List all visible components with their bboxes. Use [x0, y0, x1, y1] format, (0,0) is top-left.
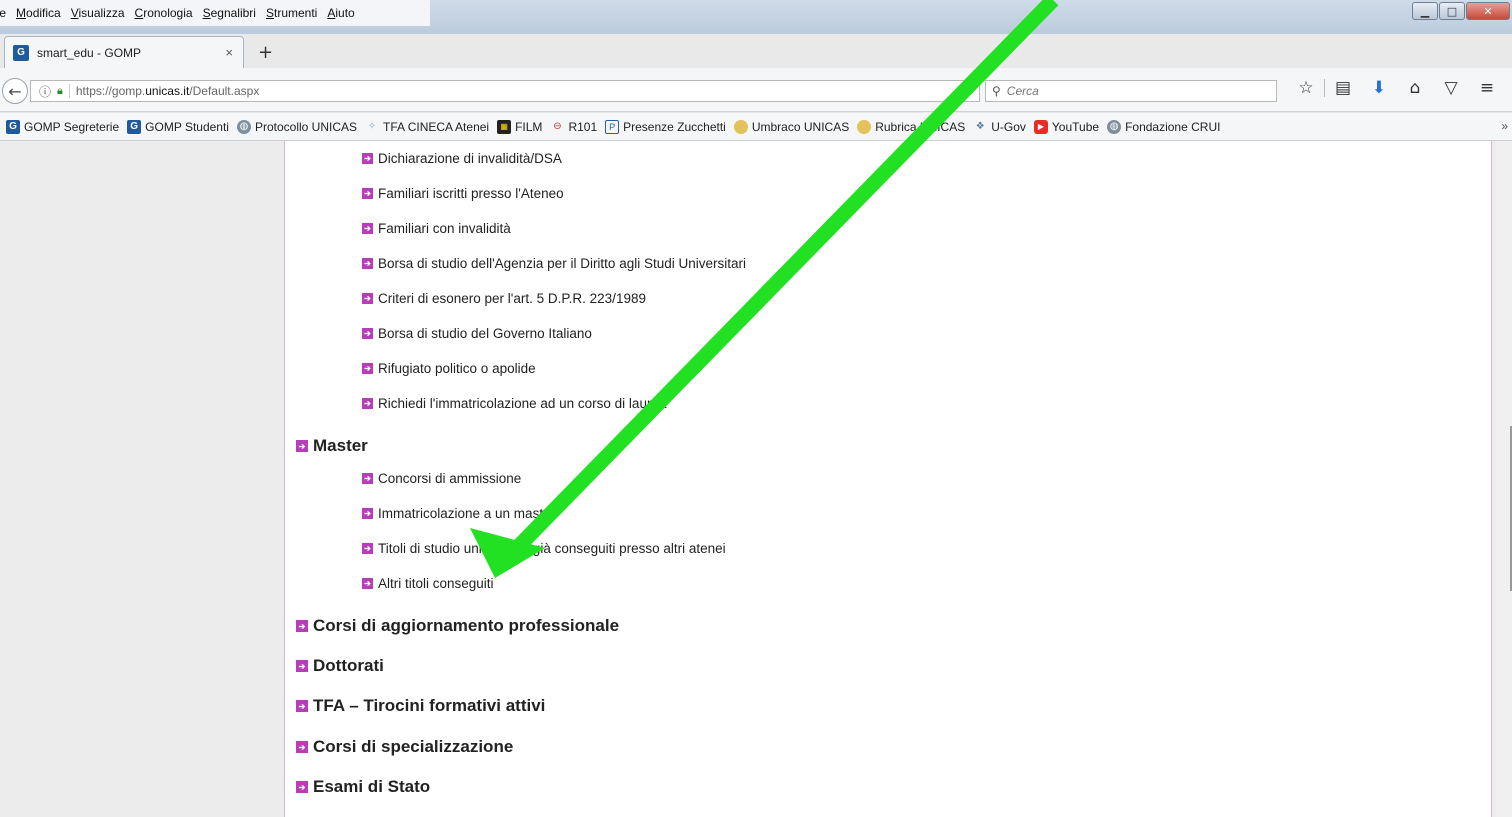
link-rifugiato[interactable]: ➔ Rifugiato politico o apolide	[362, 361, 536, 376]
arrow-bullet-icon: ➔	[362, 188, 373, 199]
toolbar-icons: ☆ ▤ ⬇ ⌂ ▽ ≡	[1288, 78, 1505, 98]
menu-file[interactable]: ile	[0, 6, 11, 20]
bookmark-star-icon[interactable]: ☆	[1288, 78, 1324, 98]
site-info-icon[interactable]: ⓘ	[39, 83, 51, 100]
pocket-icon[interactable]: ▽	[1433, 78, 1469, 98]
hamburger-menu-icon[interactable]: ≡	[1469, 78, 1505, 98]
globe-icon: ◍	[1107, 119, 1122, 134]
link-altri-titoli-conseguiti[interactable]: ➔ Altri titoli conseguiti	[362, 576, 494, 591]
home-icon[interactable]: ⌂	[1397, 78, 1433, 98]
arrow-bullet-icon: ➔	[296, 781, 308, 793]
link-borsa-governo[interactable]: ➔ Borsa di studio del Governo Italiano	[362, 326, 592, 341]
bookmark-gomp-studenti[interactable]: G GOMP Studenti	[127, 119, 229, 134]
bookmark-film[interactable]: ▦ FILM	[497, 119, 542, 134]
arrow-bullet-icon: ➔	[296, 620, 308, 632]
tfa-icon: ✧	[367, 121, 377, 132]
new-tab-icon[interactable]: +	[258, 42, 273, 63]
arrow-bullet-icon: ➔	[362, 363, 373, 374]
arrow-bullet-icon: ➔	[362, 258, 373, 269]
arrow-bullet-icon: ➔	[362, 328, 373, 339]
arrow-bullet-icon: ➔	[296, 741, 308, 753]
url-text[interactable]: https://gomp.unicas.it/Default.aspx	[76, 84, 259, 98]
reload-icon[interactable]: ⟳	[961, 84, 971, 98]
arrow-bullet-icon: ➔	[362, 398, 373, 409]
bookmark-youtube[interactable]: ▶ YouTube	[1033, 119, 1099, 134]
gomp-icon: G	[6, 119, 20, 134]
browser-tab[interactable]: G smart_edu - GOMP ×	[4, 36, 244, 68]
gomp-icon: G	[127, 119, 142, 134]
window-close-icon[interactable]: ✕	[1466, 2, 1510, 20]
bookmark-u-gov[interactable]: ❖ U-Gov	[973, 120, 1026, 134]
radio-icon: ⊖	[553, 121, 562, 132]
link-titoli-studio-altri-atenei[interactable]: ➔ Titoli di studio universitari già conse…	[362, 541, 726, 556]
menu-aiuto[interactable]: Aiuto	[322, 6, 359, 20]
link-criteri-esonero[interactable]: ➔ Criteri di esonero per l'art. 5 D.P.R. …	[362, 291, 646, 306]
presenze-icon: P	[605, 119, 620, 134]
bookmarks-overflow-icon[interactable]: »	[1501, 119, 1508, 133]
link-familiari-iscritti[interactable]: ➔ Familiari iscritti presso l'Ateneo	[362, 186, 564, 201]
arrow-bullet-icon: ➔	[362, 223, 373, 234]
arrow-bullet-icon: ➔	[362, 473, 373, 484]
bookmark-protocollo-unicas[interactable]: ◍ Protocollo UNICAS	[236, 119, 357, 134]
arrow-bullet-icon: ➔	[362, 508, 373, 519]
bookmark-tfa-cineca[interactable]: ✧ TFA CINECA Atenei	[365, 120, 489, 134]
arrow-bullet-icon: ➔	[296, 440, 308, 452]
umbraco-icon	[857, 119, 872, 134]
section-dottorati[interactable]: ➔ Dottorati	[296, 656, 384, 676]
arrow-bullet-icon: ➔	[362, 153, 373, 164]
umbraco-icon	[733, 119, 748, 134]
bookmarks-library-icon[interactable]: ▤	[1325, 78, 1361, 98]
gomp-favicon-icon: G	[13, 44, 29, 61]
arrow-bullet-icon: ➔	[362, 293, 373, 304]
bookmark-umbraco-unicas[interactable]: Umbraco UNICAS	[733, 119, 849, 134]
menu-visualizza[interactable]: Visualizza	[66, 6, 130, 20]
menu-strumenti[interactable]: Strumenti	[261, 6, 322, 20]
section-esami-di-stato[interactable]: ➔ Esami di Stato	[296, 777, 430, 797]
search-bar[interactable]: ⚲ Cerca	[985, 80, 1277, 102]
lock-icon: 🔒︎	[57, 84, 63, 97]
arrow-bullet-icon: ➔	[362, 578, 373, 589]
link-immatricolazione-master[interactable]: ➔ Immatricolazione a un master	[362, 506, 555, 521]
menu-cronologia[interactable]: Cronologia	[130, 6, 198, 20]
window-menubar: ile Modifica Visualizza Cronologia Segna…	[0, 0, 1512, 34]
tab-close-icon[interactable]: ×	[225, 45, 233, 60]
bookmarks-toolbar: G GOMP Segreterie G GOMP Studenti ◍ Protoco…	[0, 113, 1512, 141]
menu-modifica[interactable]: Modifica	[11, 6, 66, 20]
globe-icon: ◍	[236, 119, 251, 134]
search-icon: ⚲	[992, 84, 1001, 98]
download-icon[interactable]: ⬇	[1361, 78, 1397, 98]
section-tfa[interactable]: ➔ TFA – Tirocini formativi attivi	[296, 696, 545, 716]
menu-segnalibri[interactable]: Segnalibri	[198, 6, 261, 20]
bookmark-gomp-segreterie[interactable]: G GOMP Segreterie	[6, 119, 119, 134]
bookmark-rubrica-unicas[interactable]: Rubrica UNICAS	[857, 119, 965, 134]
bookmark-fondazione-crui[interactable]: ◍ Fondazione CRUI	[1107, 119, 1220, 134]
maximize-icon[interactable]: □	[1439, 2, 1465, 20]
menu-list: ile Modifica Visualizza Cronologia Segna…	[0, 0, 430, 26]
arrow-bullet-icon: ➔	[296, 700, 308, 712]
navigation-bar: ← ⓘ 🔒︎ https://gomp.unicas.it/Default.as…	[0, 68, 1512, 112]
ugov-icon: ❖	[975, 121, 985, 132]
film-icon: ▦	[497, 119, 512, 134]
tab-title: smart_edu - GOMP	[37, 45, 142, 60]
search-placeholder: Cerca	[1006, 84, 1039, 98]
section-corsi-aggiornamento[interactable]: ➔ Corsi di aggiornamento professionale	[296, 616, 619, 636]
section-corsi-specializzazione[interactable]: ➔ Corsi di specializzazione	[296, 737, 513, 757]
address-bar[interactable]: ⓘ 🔒︎ https://gomp.unicas.it/Default.aspx…	[30, 80, 980, 102]
link-borsa-agenzia[interactable]: ➔ Borsa di studio dell'Agenzia per il Dir…	[362, 256, 746, 271]
link-concorsi-ammissione[interactable]: ➔ Concorsi di ammissione	[362, 471, 521, 486]
bookmark-r101[interactable]: ⊖ R101	[550, 120, 597, 134]
link-familiari-invalidita[interactable]: ➔ Familiari con invalidità	[362, 221, 511, 236]
arrow-bullet-icon: ➔	[362, 543, 373, 554]
minimize-icon[interactable]: ▁	[1412, 2, 1438, 20]
page-viewport	[0, 141, 1512, 817]
bookmark-presenze-zucchetti[interactable]: P Presenze Zucchetti	[605, 119, 726, 134]
arrow-bullet-icon: ➔	[296, 660, 308, 672]
link-richiedi-immatricolazione[interactable]: ➔ Richiedi l'immatricolazione ad un corso…	[362, 396, 666, 411]
section-master[interactable]: ➔ Master	[296, 436, 368, 456]
youtube-icon: ▶	[1033, 119, 1048, 134]
back-arrow-icon[interactable]: ←	[2, 78, 28, 104]
window-controls: ▁ □ ✕	[1412, 2, 1510, 20]
link-dichiarazione-invalidita[interactable]: ➔ Dichiarazione di invalidità/DSA	[362, 151, 562, 166]
